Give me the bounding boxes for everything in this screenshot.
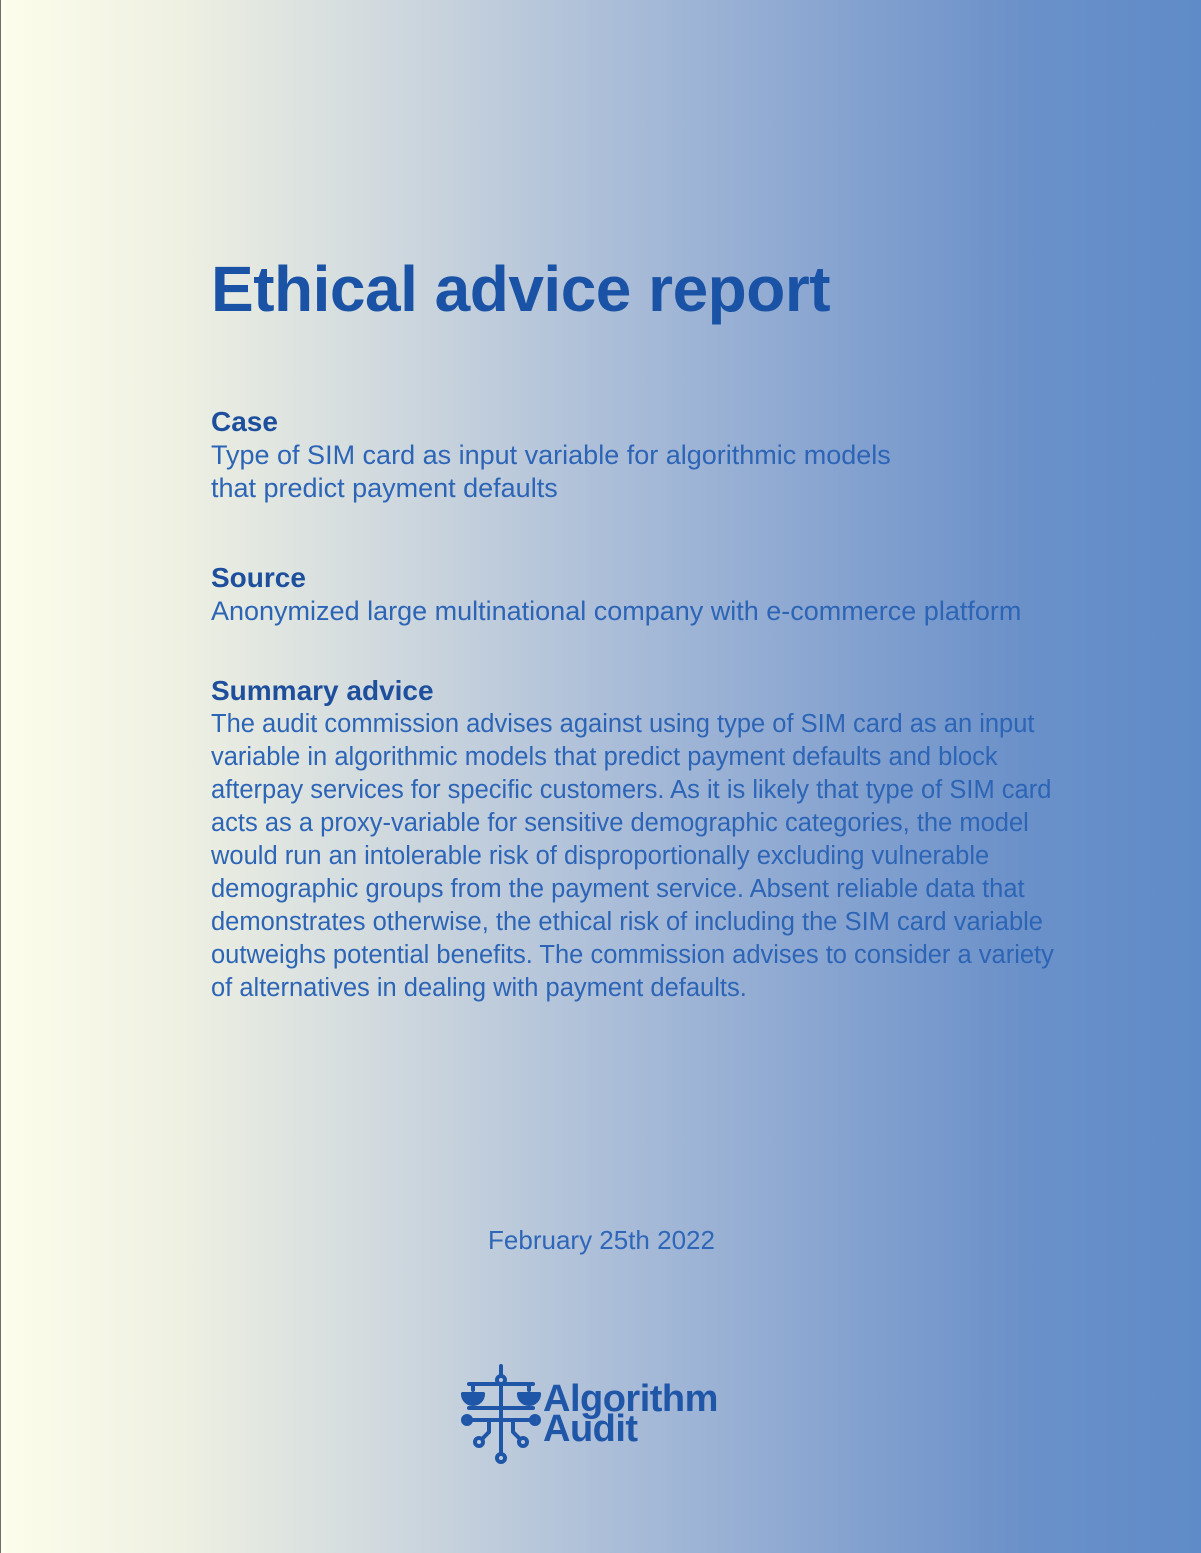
source-heading: Source xyxy=(211,562,306,593)
summary-section: Summary advice The audit commission advi… xyxy=(211,674,1091,1005)
case-section: Case Type of SIM card as input variable … xyxy=(211,405,1091,505)
source-section: Source Anonymized large multinational co… xyxy=(211,561,1091,628)
algorithm-audit-logo: Algorithm Audit xyxy=(461,1362,761,1472)
summary-text: The audit commission advises against usi… xyxy=(211,710,1054,1002)
report-date: February 25th 2022 xyxy=(488,1225,715,1255)
case-text: Type of SIM card as input variable for a… xyxy=(211,440,891,503)
summary-heading: Summary advice xyxy=(211,675,434,706)
logo-wordmark: Algorithm Audit xyxy=(543,1380,718,1448)
case-heading: Case xyxy=(211,406,278,437)
page-title: Ethical advice report xyxy=(211,253,831,325)
report-page: Ethical advice report Case Type of SIM c… xyxy=(0,0,1201,1553)
source-text: Anonymized large multinational company w… xyxy=(211,596,1022,626)
scales-circuit-icon xyxy=(461,1364,541,1464)
